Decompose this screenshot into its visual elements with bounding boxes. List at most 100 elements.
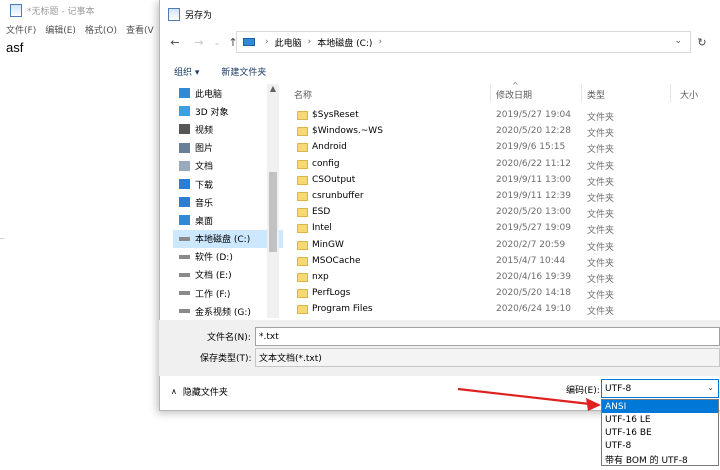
scrollbar-thumb[interactable] <box>269 172 277 252</box>
column-divider[interactable] <box>490 84 491 102</box>
nav-item-label: 文档 (E:) <box>195 271 232 282</box>
file-row[interactable]: config 2020/6/22 11:12 文件夹 <box>284 157 720 173</box>
file-row[interactable]: Program Files 2020/6/24 19:10 文件夹 <box>284 302 720 318</box>
file-row[interactable]: MSOCache 2015/4/7 10:44 文件夹 <box>284 254 720 270</box>
column-date[interactable]: 修改日期 <box>496 88 532 101</box>
file-row[interactable]: ESD 2020/5/20 13:00 文件夹 <box>284 205 720 221</box>
encoding-option[interactable]: UTF-16 LE <box>602 413 718 426</box>
chevron-up-icon: ∧ <box>171 387 177 396</box>
file-name: CSOutput <box>312 174 356 185</box>
folder-icon <box>297 191 308 201</box>
file-type: 文件夹 <box>587 129 615 140</box>
column-type[interactable]: 类型 <box>587 88 605 101</box>
drive-icon <box>179 309 190 314</box>
file-date: 2019/5/27 19:09 <box>496 223 571 234</box>
file-row[interactable]: Android 2019/9/6 15:15 文件夹 <box>284 140 720 156</box>
file-type: 文件夹 <box>587 226 615 237</box>
nav-pane-scrollbar[interactable]: ▲ <box>267 84 279 318</box>
chevron-down-icon: ⌄ <box>707 383 714 392</box>
file-date: 2020/6/24 19:10 <box>496 304 571 315</box>
drive-icon <box>179 236 190 241</box>
computer-icon <box>179 88 190 99</box>
file-row[interactable]: csrunbuffer 2019/9/11 12:39 文件夹 <box>284 189 720 205</box>
column-divider[interactable] <box>670 84 671 102</box>
nav-item-label: 图片 <box>195 144 214 155</box>
file-type: 文件夹 <box>587 291 615 302</box>
menu-format[interactable]: 格式(O) <box>85 23 117 36</box>
file-row[interactable]: nxp 2020/4/16 19:39 文件夹 <box>284 270 720 286</box>
file-name: ESD <box>312 207 331 218</box>
file-name: Program Files <box>312 304 373 315</box>
file-row[interactable]: $SysReset 2019/5/27 19:04 文件夹 <box>284 108 720 124</box>
folder-icon <box>297 111 308 120</box>
folder-icon <box>297 289 308 299</box>
menu-edit[interactable]: 编辑(E) <box>45 23 76 36</box>
documents-icon <box>179 160 190 171</box>
nav-item-label: 下载 <box>195 180 214 191</box>
file-type: 文件夹 <box>587 307 615 318</box>
drive-icon <box>179 272 190 277</box>
file-row[interactable]: CSOutput 2019/9/11 13:00 文件夹 <box>284 173 720 189</box>
filename-input[interactable]: *.txt <box>255 327 720 346</box>
music-icon <box>179 197 190 208</box>
menu-file[interactable]: 文件(F) <box>6 23 36 36</box>
nav-item-label: 文档 <box>195 162 214 173</box>
file-row[interactable]: MinGW 2020/2/7 20:59 文件夹 <box>284 238 720 254</box>
file-date: 2019/9/11 13:00 <box>496 174 571 185</box>
column-name[interactable]: 名称 <box>294 88 312 101</box>
file-row[interactable]: Intel 2019/5/27 19:09 文件夹 <box>284 221 720 237</box>
file-name: MinGW <box>312 239 344 250</box>
file-row[interactable]: $Windows.~WS 2020/5/20 12:28 文件夹 <box>284 124 720 140</box>
nav-item-label: 金系视频 (G:) <box>195 307 251 318</box>
file-name: csrunbuffer <box>312 190 364 201</box>
folder-icon <box>297 256 308 266</box>
folder-icon <box>297 127 308 137</box>
encoding-option[interactable]: 带有 BOM 的 UTF-8 <box>602 453 718 466</box>
nav-item-label: 工作 (F:) <box>195 289 231 300</box>
notepad-text-area[interactable]: asf <box>6 40 23 55</box>
file-date: 2020/6/22 11:12 <box>496 158 571 169</box>
filetype-select[interactable]: 文本文档(*.txt) <box>255 348 720 367</box>
file-type: 文件夹 <box>587 210 615 221</box>
file-date: 2020/5/20 13:00 <box>496 207 571 218</box>
folder-icon <box>297 240 308 250</box>
file-type: 文件夹 <box>587 161 615 172</box>
file-name: Android <box>312 142 347 153</box>
nav-item-label: 视频 <box>195 125 214 136</box>
desktop-icon <box>179 215 190 226</box>
encoding-option[interactable]: UTF-8 <box>602 440 718 453</box>
save-form: 文件名(N): *.txt 保存类型(T): 文本文档(*.txt) <box>159 320 720 376</box>
encoding-label: 编码(E): <box>566 386 600 396</box>
column-size[interactable]: 大小 <box>680 88 698 101</box>
nav-item-label: 3D 对象 <box>195 107 229 118</box>
pictures-icon <box>179 142 190 153</box>
nav-item-label: 桌面 <box>195 216 214 227</box>
folder-icon <box>297 159 308 169</box>
file-row[interactable]: PerfLogs 2020/5/20 14:18 文件夹 <box>284 286 720 302</box>
menu-view[interactable]: 查看(V <box>126 23 154 36</box>
file-list-header: ^ 名称 修改日期 类型 大小 <box>284 81 720 102</box>
encoding-select[interactable]: UTF-8 ⌄ <box>601 379 719 398</box>
folder-icon <box>297 224 308 234</box>
file-list: $SysReset 2019/5/27 19:04 文件夹 $Windows.~WS 2… <box>284 108 720 318</box>
encoding-value: UTF-8 <box>605 383 632 394</box>
file-date: 2020/4/16 19:39 <box>496 271 571 282</box>
hide-folders-toggle[interactable]: ∧ 隐藏文件夹 <box>171 385 228 398</box>
folder-icon <box>297 305 308 315</box>
file-date: 2019/5/27 19:04 <box>496 110 571 120</box>
file-date: 2020/5/20 14:18 <box>496 288 571 299</box>
file-name: PerfLogs <box>312 288 351 299</box>
nav-item-label: 此电脑 <box>195 89 223 100</box>
file-date: 2019/9/11 12:39 <box>496 190 571 201</box>
file-date: 2019/9/6 15:15 <box>496 142 566 153</box>
encoding-option[interactable]: ANSI <box>602 400 718 414</box>
encoding-option[interactable]: UTF-16 BE <box>602 426 718 439</box>
file-date: 2020/2/7 20:59 <box>496 239 566 250</box>
download-icon <box>179 179 190 190</box>
drive-icon <box>179 254 190 259</box>
file-date: 2020/5/20 12:28 <box>496 126 571 137</box>
scroll-up-icon[interactable]: ▲ <box>267 84 279 93</box>
file-type: 文件夹 <box>587 177 615 188</box>
column-divider[interactable] <box>581 84 582 102</box>
notepad-icon <box>10 3 22 17</box>
